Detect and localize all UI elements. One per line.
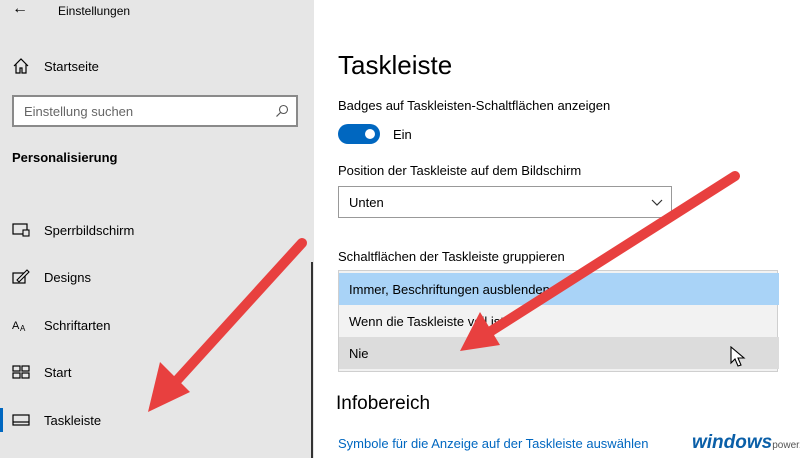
designs-icon (12, 269, 30, 284)
sidebar-item-label: Start (44, 365, 72, 380)
badges-label: Badges auf Taskleisten-Schaltflächen anz… (338, 98, 611, 113)
taskbar-icons-link[interactable]: Symbole für die Anzeige auf der Taskleis… (338, 436, 649, 451)
dropdown-option[interactable]: Nie (339, 337, 779, 369)
dropdown-option[interactable]: Wenn die Taskleiste voll ist (339, 305, 779, 337)
svg-text:A: A (20, 324, 26, 333)
sidebar-item-start[interactable]: Start (0, 352, 314, 392)
grouping-dropdown-list: Immer, Beschriftungen ausblenden Wenn di… (338, 270, 779, 372)
option-label: Immer, Beschriftungen ausblenden (349, 282, 550, 297)
toggle-knob (365, 129, 375, 139)
sidebar-item-designs[interactable]: Designs (0, 257, 314, 297)
lockscreen-icon (12, 223, 30, 237)
search-box (12, 95, 298, 127)
sidebar-item-label: Schriftarten (44, 318, 111, 333)
sidebar: ← Einstellungen Startseite Personalisier… (0, 0, 314, 458)
sidebar-item-label: Designs (44, 270, 91, 285)
chevron-down-icon (651, 199, 663, 206)
watermark-sub: power.de (772, 440, 800, 451)
search-input[interactable] (14, 97, 264, 125)
toggle-state: Ein (393, 127, 412, 142)
sidebar-item-label: Startseite (44, 59, 99, 74)
option-label: Nie (349, 346, 369, 361)
active-indicator (0, 408, 3, 432)
taskbar-icon (12, 414, 30, 426)
position-label: Position der Taskleiste auf dem Bildschi… (338, 163, 582, 178)
scrollbar[interactable] (311, 262, 313, 458)
sidebar-item-label: Sperrbildschirm (44, 223, 135, 238)
back-arrow-icon[interactable]: ← (12, 0, 28, 18)
page-title: Taskleiste (338, 50, 453, 80)
mouse-cursor-icon (730, 346, 746, 367)
watermark-text: windows (692, 432, 773, 453)
fonts-icon: A A (12, 320, 26, 333)
start-icon (12, 365, 30, 379)
grouping-label: Schaltflächen der Taskleiste gruppieren (338, 249, 565, 264)
main-content: Taskleiste Badges auf Taskleisten-Schalt… (314, 0, 800, 458)
section-title: Personalisierung (12, 150, 118, 165)
home-icon (13, 58, 29, 74)
sidebar-item-fonts[interactable]: A A Schriftarten (0, 305, 314, 345)
sidebar-item-label: Taskleiste (44, 413, 102, 428)
sidebar-item-home[interactable]: Startseite (0, 52, 314, 82)
sidebar-item-lockscreen[interactable]: Sperrbildschirm (0, 210, 314, 250)
option-label: Wenn die Taskleiste voll ist (349, 314, 504, 329)
position-select[interactable]: Unten (338, 186, 672, 218)
search-icon[interactable] (275, 104, 289, 118)
watermark-logo: windowspower.de (692, 432, 800, 454)
sidebar-item-taskbar[interactable]: Taskleiste (0, 400, 314, 440)
badges-toggle[interactable] (338, 124, 380, 144)
title-bar: ← Einstellungen (0, 0, 314, 24)
notification-area-title: Infobereich (336, 393, 431, 414)
dropdown-option[interactable]: Immer, Beschriftungen ausblenden (339, 273, 779, 305)
select-value: Unten (349, 195, 384, 210)
svg-text:A: A (12, 320, 20, 332)
window-title: Einstellungen (58, 4, 131, 18)
